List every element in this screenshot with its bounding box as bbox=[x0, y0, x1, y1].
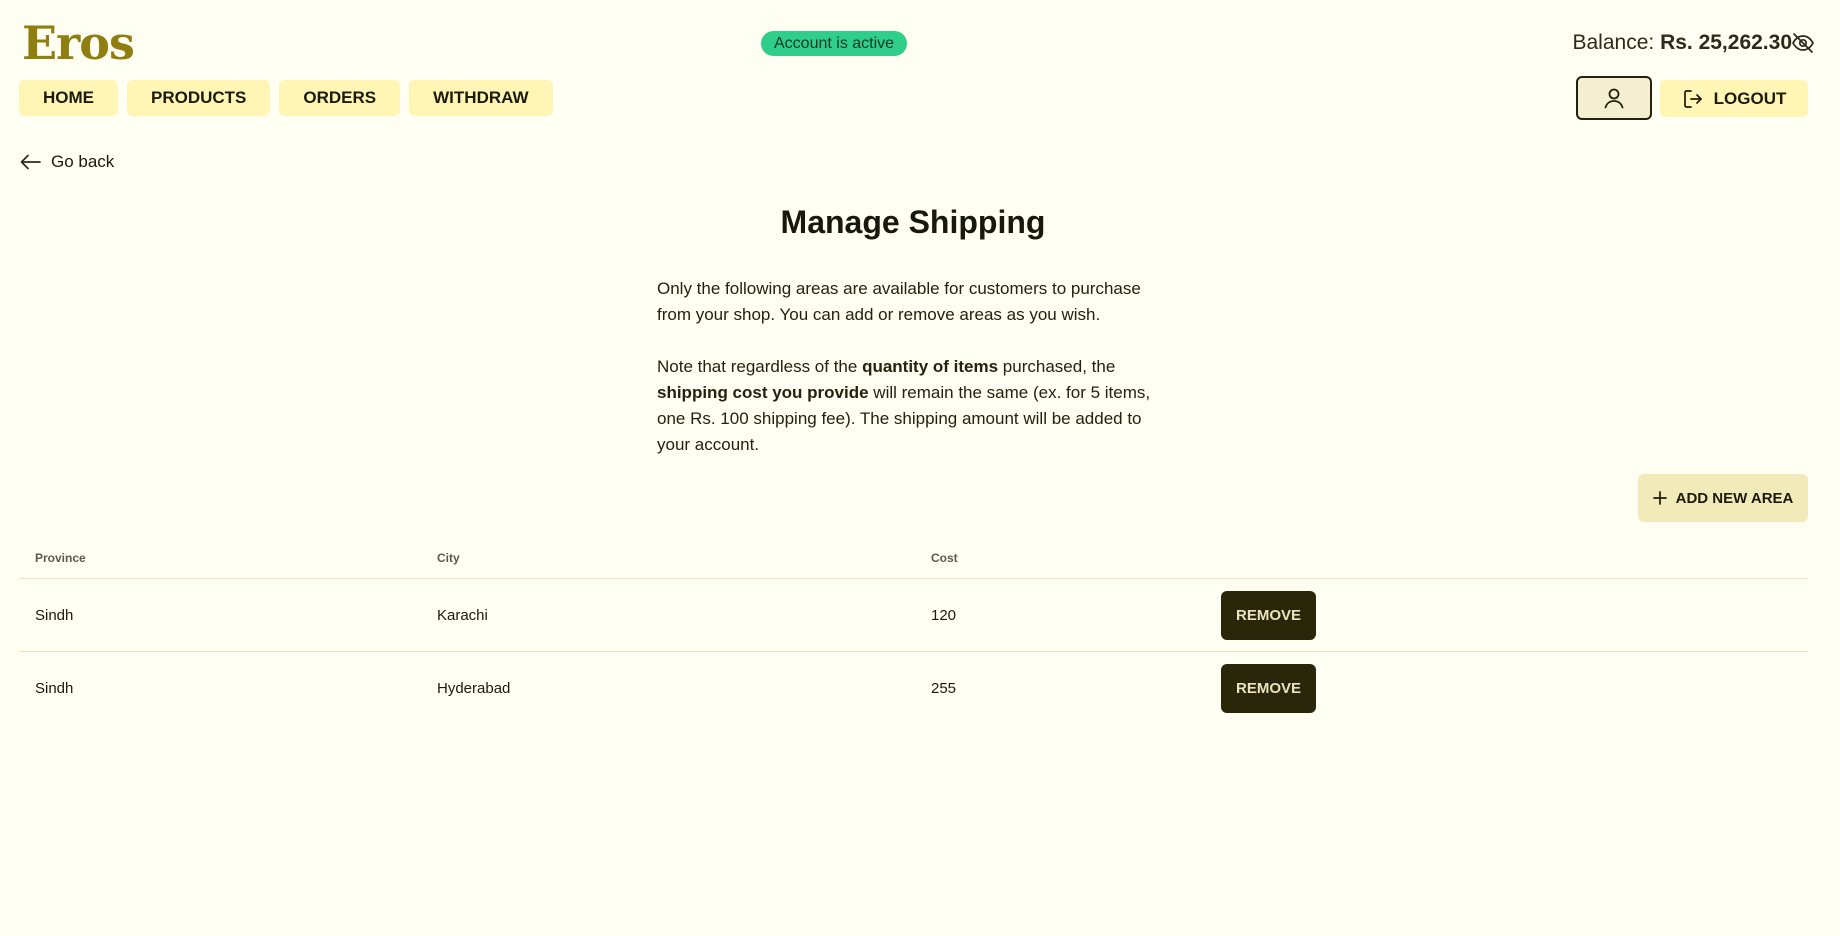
nav-products[interactable]: PRODUCTS bbox=[127, 80, 271, 116]
logout-label: LOGOUT bbox=[1713, 88, 1787, 108]
cell-province: Sindh bbox=[35, 680, 74, 697]
cell-city: Karachi bbox=[437, 607, 488, 624]
header-cost: Cost bbox=[931, 551, 958, 565]
add-new-area-button[interactable]: ADD NEW AREA bbox=[1638, 474, 1808, 522]
user-icon bbox=[1604, 88, 1624, 109]
table-row: Sindh Hyderabad 255 REMOVE bbox=[19, 652, 1808, 725]
nav-home[interactable]: HOME bbox=[19, 80, 118, 116]
desc2-bold-shipping-cost: shipping cost you provide bbox=[657, 383, 869, 402]
description-paragraph-1: Only the following areas are available f… bbox=[657, 279, 1141, 324]
logout-icon bbox=[1683, 89, 1702, 108]
plus-icon bbox=[1652, 491, 1667, 505]
eye-off-icon[interactable] bbox=[1790, 31, 1816, 55]
desc2-text-c: purchased, the bbox=[998, 357, 1116, 376]
main-nav: HOME PRODUCTS ORDERS WITHDRAW bbox=[19, 80, 553, 116]
header-city: City bbox=[437, 551, 460, 565]
nav-orders[interactable]: ORDERS bbox=[279, 80, 401, 116]
remove-button[interactable]: REMOVE bbox=[1221, 591, 1316, 640]
page-title: Manage Shipping bbox=[780, 204, 1046, 240]
cell-province: Sindh bbox=[35, 607, 74, 624]
logo[interactable]: Eros bbox=[22, 16, 135, 70]
shipping-areas-table: Province City Cost Sindh Karachi 120 REM… bbox=[19, 546, 1808, 725]
description-paragraph-2: Note that regardless of the quantity of … bbox=[657, 354, 1167, 458]
account-status-badge: Account is active bbox=[761, 31, 908, 56]
cell-cost: 255 bbox=[931, 680, 957, 697]
balance-amount: Rs. 25,262.30 bbox=[1660, 31, 1792, 54]
remove-button[interactable]: REMOVE bbox=[1221, 664, 1316, 713]
table-row: Sindh Karachi 120 REMOVE bbox=[19, 579, 1808, 652]
shipping-description: Only the following areas are available f… bbox=[657, 276, 1167, 458]
add-new-area-label: ADD NEW AREA bbox=[1675, 489, 1794, 507]
logout-button[interactable]: LOGOUT bbox=[1660, 80, 1808, 117]
cell-cost: 120 bbox=[931, 607, 957, 624]
nav-withdraw[interactable]: WITHDRAW bbox=[409, 80, 553, 116]
cell-city: Hyderabad bbox=[437, 680, 511, 697]
desc2-text-a: Note that regardless of the bbox=[657, 357, 863, 376]
go-back-link[interactable]: Go back bbox=[20, 152, 114, 172]
go-back-label: Go back bbox=[51, 152, 115, 171]
desc2-bold-quantity: quantity of items bbox=[862, 357, 999, 376]
profile-button[interactable] bbox=[1576, 76, 1652, 120]
balance-display: Balance: Rs. 25,262.30 bbox=[1572, 29, 1792, 57]
arrow-left-icon bbox=[20, 154, 41, 170]
balance-label: Balance: bbox=[1572, 31, 1655, 54]
header-province: Province bbox=[35, 551, 86, 565]
table-header: Province City Cost bbox=[19, 546, 1808, 579]
